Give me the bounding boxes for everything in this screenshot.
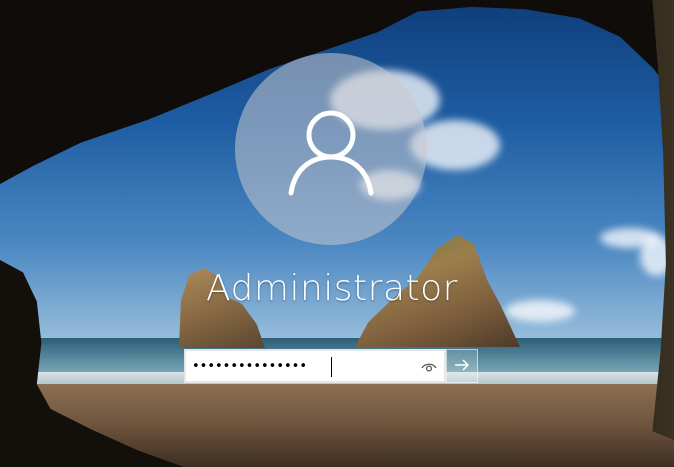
text-caret bbox=[331, 357, 332, 377]
lock-screen: Administrator bbox=[0, 0, 674, 467]
user-name: Administrator bbox=[206, 268, 458, 309]
reveal-password-button[interactable] bbox=[420, 359, 438, 375]
eye-icon bbox=[421, 358, 437, 377]
password-input[interactable] bbox=[186, 352, 414, 380]
user-avatar bbox=[235, 53, 427, 245]
password-row bbox=[184, 349, 478, 383]
password-field-container bbox=[184, 349, 446, 383]
submit-button[interactable] bbox=[446, 349, 478, 383]
user-silhouette-icon bbox=[283, 101, 379, 197]
arrow-right-icon bbox=[454, 357, 470, 376]
